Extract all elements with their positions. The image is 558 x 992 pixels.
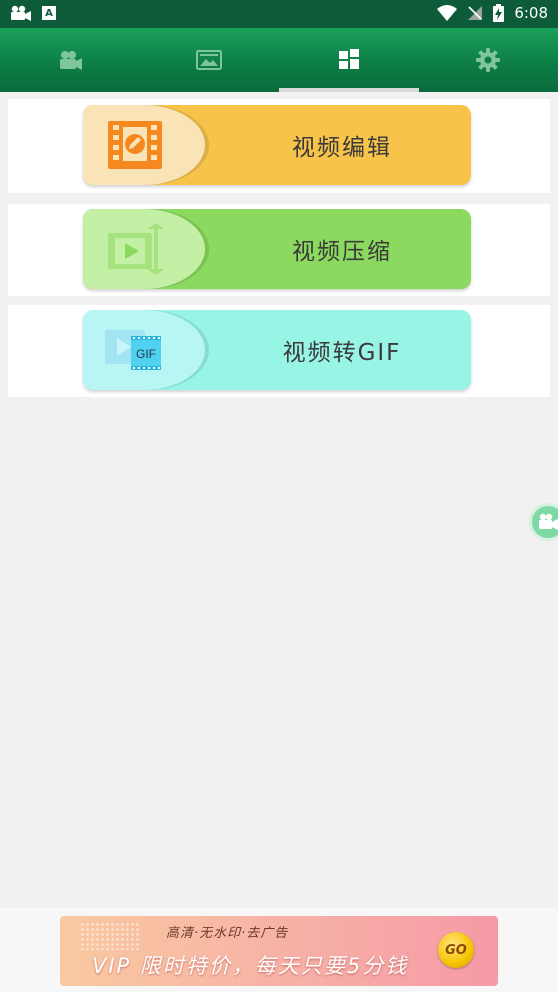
status-bar: A 6:08 bbox=[0, 0, 558, 28]
video-to-gif-button[interactable]: GIF 视频转GIF bbox=[83, 310, 471, 390]
gif-icon: GIF bbox=[105, 330, 161, 370]
film-edit-icon bbox=[108, 121, 162, 169]
tab-tools[interactable] bbox=[279, 28, 419, 92]
video-to-gif-label: 视频转GIF bbox=[282, 340, 402, 366]
ad-dot-pattern bbox=[80, 922, 140, 950]
video-camera-notification-icon bbox=[11, 5, 31, 21]
tab-video[interactable] bbox=[0, 28, 140, 92]
gear-icon bbox=[476, 48, 501, 72]
image-icon bbox=[196, 50, 223, 70]
selected-tab-indicator bbox=[279, 88, 419, 92]
top-tab-bar bbox=[0, 28, 558, 92]
ad-headline: VIP 限时特价，每天只要5分钱 bbox=[92, 954, 409, 978]
wifi-icon bbox=[437, 5, 458, 21]
tab-photo[interactable] bbox=[140, 28, 280, 92]
grid-icon bbox=[338, 49, 359, 69]
video-compress-icon bbox=[108, 223, 163, 275]
video-compress-label: 视频压缩 bbox=[292, 239, 392, 265]
video-compress-button[interactable]: 视频压缩 bbox=[83, 209, 471, 289]
feature-card-video-to-gif: GIF 视频转GIF bbox=[8, 305, 550, 397]
floating-video-button[interactable] bbox=[529, 503, 558, 541]
feature-card-video-compress: 视频压缩 bbox=[8, 204, 550, 296]
notification-a-icon: A bbox=[42, 6, 56, 20]
clock: 6:08 bbox=[514, 4, 548, 22]
video-edit-label: 视频编辑 bbox=[292, 135, 392, 161]
ad-subtitle: 高清·无水印·去广告 bbox=[166, 926, 289, 941]
video-edit-button[interactable]: 视频编辑 bbox=[83, 105, 471, 185]
ad-banner-area: 高清·无水印·去广告 VIP 限时特价，每天只要5分钱 GO bbox=[0, 908, 558, 992]
ad-go-button[interactable]: GO bbox=[438, 932, 474, 968]
video-camera-icon bbox=[539, 513, 558, 530]
vip-ad-banner[interactable]: 高清·无水印·去广告 VIP 限时特价，每天只要5分钱 GO bbox=[60, 916, 498, 986]
tab-settings[interactable] bbox=[419, 28, 558, 92]
video-camera-icon bbox=[59, 51, 82, 70]
battery-charging-icon bbox=[493, 4, 505, 22]
no-signal-icon bbox=[468, 6, 483, 20]
gif-icon-text: GIF bbox=[136, 347, 156, 361]
feature-card-video-edit: 视频编辑 bbox=[8, 99, 550, 193]
